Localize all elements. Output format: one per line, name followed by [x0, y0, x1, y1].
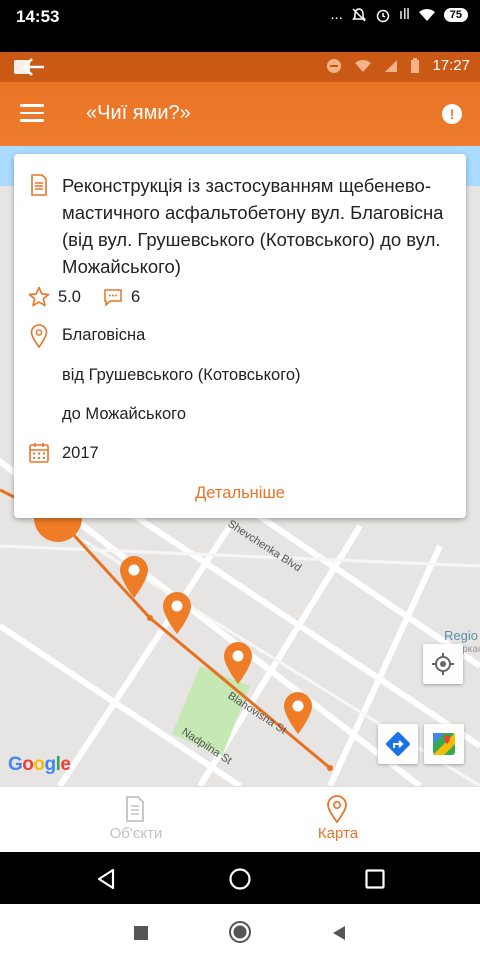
details-link[interactable]: Детальніше: [14, 484, 466, 503]
wifi-icon: [418, 8, 435, 21]
crosshair-icon: [432, 653, 454, 675]
poi-label: Regio: [444, 628, 478, 643]
screen: 14:53 ... ıll 75 17:27 «Чиї ями?» ! Shev…: [0, 0, 480, 960]
phone-status-bar: 14:53 ... ıll 75: [0, 0, 480, 52]
project-meta: 5.0 6: [28, 286, 162, 308]
mute-icon: [351, 7, 366, 22]
directions-icon: [386, 732, 410, 756]
directions-button[interactable]: [378, 724, 418, 764]
address-street: Благовісна: [62, 326, 146, 344]
tab-map[interactable]: Карта: [218, 787, 458, 853]
rating-value: 5.0: [58, 287, 81, 306]
address-from: від Грушевського (Котовського): [62, 366, 301, 384]
phone-clock: 14:53: [16, 7, 60, 26]
star-icon: [28, 286, 50, 307]
recents-square-icon[interactable]: [364, 868, 386, 890]
back-arrow-icon[interactable]: [12, 54, 46, 85]
bottom-navigation: Об'єкти Карта: [0, 786, 480, 852]
phone-status-icons: ... ıll 75: [330, 6, 468, 23]
google-maps-button[interactable]: [424, 724, 464, 764]
phone-system-nav: [0, 904, 480, 960]
battery-small-icon: [411, 57, 420, 73]
cell-signal-icon: [385, 59, 398, 72]
project-title: Реконструкція із застосуванням щебенево-…: [62, 175, 444, 277]
calendar-icon: [29, 443, 49, 463]
map-pin-icon[interactable]: [222, 640, 254, 684]
map-pin-icon: [327, 795, 347, 823]
google-maps-icon: [433, 733, 455, 755]
comment-icon: [104, 289, 122, 306]
dnd-icon: [327, 58, 342, 73]
comments-count: 6: [130, 287, 141, 306]
alert-icon[interactable]: !: [442, 104, 462, 124]
home-circle-icon[interactable]: [228, 920, 252, 944]
app-system-nav: [0, 852, 480, 904]
document-icon: [126, 796, 144, 822]
document-icon: [31, 174, 47, 196]
more-notifications-icon: ...: [330, 6, 343, 23]
wifi-off-icon: [355, 59, 372, 72]
app-bar: «Чиї ями?» !: [0, 82, 480, 146]
address-to: до Можайського: [62, 405, 186, 423]
app-status-bar: 17:27: [0, 52, 480, 82]
project-info-card[interactable]: Реконструкція із застосуванням щебенево-…: [14, 154, 466, 518]
tab-map-label: Карта: [317, 825, 359, 842]
battery-icon: 75: [443, 7, 468, 22]
app-status-icons: 17:27: [326, 57, 470, 74]
app-clock: 17:27: [432, 57, 470, 74]
signal-icon: ıll: [398, 6, 410, 23]
back-triangle-icon[interactable]: [94, 867, 118, 891]
map-pin-icon[interactable]: [118, 554, 150, 598]
hamburger-menu-icon[interactable]: [20, 104, 44, 124]
home-circle-icon[interactable]: [228, 867, 252, 891]
alarm-icon: [376, 9, 390, 22]
app-title: «Чиї ями?»: [86, 102, 191, 124]
my-location-button[interactable]: [423, 644, 463, 684]
project-year: 2017: [62, 444, 99, 462]
map-pin-icon[interactable]: [161, 590, 193, 634]
recents-square-icon[interactable]: [133, 925, 149, 941]
back-triangle-icon[interactable]: [330, 924, 348, 942]
google-logo: Google: [8, 754, 71, 775]
location-icon: [30, 324, 48, 348]
